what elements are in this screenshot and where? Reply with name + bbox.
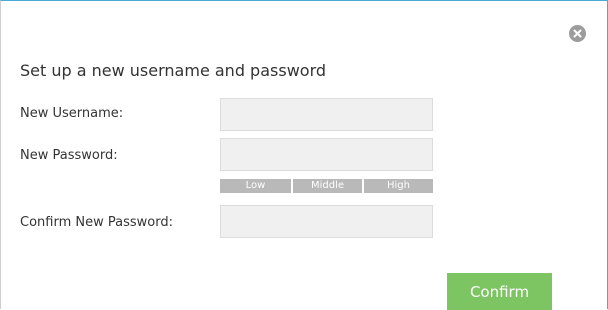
new-password-input[interactable]	[220, 138, 433, 171]
close-icon	[573, 29, 582, 38]
confirm-password-input[interactable]	[220, 205, 433, 238]
strength-low: Low	[220, 179, 291, 193]
confirm-password-label: Confirm New Password:	[20, 215, 173, 230]
confirm-button[interactable]: Confirm	[447, 273, 552, 310]
strength-high: High	[362, 179, 433, 193]
new-username-input[interactable]	[220, 98, 433, 131]
setup-credentials-dialog: Set up a new username and password New U…	[0, 0, 608, 310]
new-password-label: New Password:	[20, 148, 118, 163]
dialog-title: Set up a new username and password	[20, 61, 327, 80]
strength-middle: Middle	[291, 179, 362, 193]
new-username-label: New Username:	[20, 106, 124, 121]
password-strength-meter: Low Middle High	[220, 179, 433, 193]
close-button[interactable]	[569, 25, 586, 42]
